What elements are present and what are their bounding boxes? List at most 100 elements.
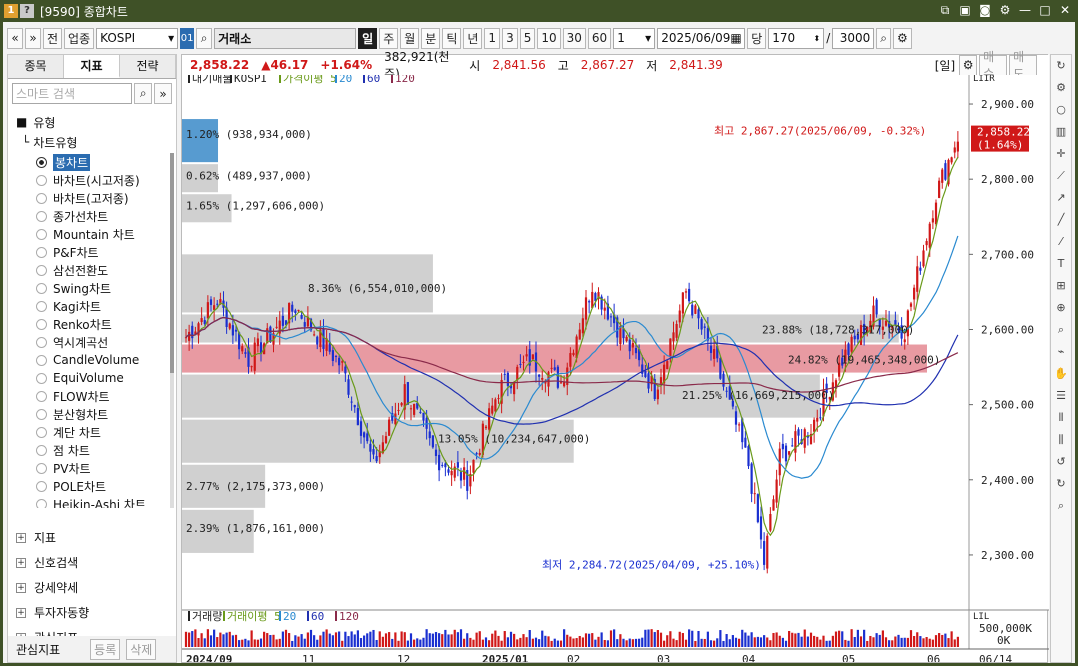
- tab-strategy[interactable]: 전략: [120, 55, 176, 78]
- scroll-thumb[interactable]: [170, 153, 174, 373]
- magnifier-icon[interactable]: ⌕: [1051, 319, 1071, 341]
- chart-type-item[interactable]: 점 차트: [8, 441, 166, 459]
- radio-icon[interactable]: [36, 390, 47, 402]
- interval-60[interactable]: 60: [587, 27, 612, 49]
- radio-icon[interactable]: [36, 408, 47, 420]
- radio-icon[interactable]: [36, 210, 47, 222]
- expand-plus-icon[interactable]: +: [16, 582, 26, 593]
- radio-icon[interactable]: [36, 228, 47, 240]
- radio-icon[interactable]: [36, 462, 47, 474]
- register-button[interactable]: 등록: [90, 638, 121, 660]
- next-button[interactable]: »: [25, 27, 41, 49]
- chart-type-item[interactable]: Renko차트: [8, 315, 166, 333]
- radio-icon[interactable]: [36, 498, 47, 508]
- period-day[interactable]: 일: [358, 27, 378, 49]
- search-icon[interactable]: ⌕: [196, 27, 213, 49]
- radio-icon[interactable]: [36, 318, 47, 330]
- section-label[interactable]: 유형: [33, 114, 55, 131]
- chart-type-item[interactable]: P&F차트: [8, 243, 166, 261]
- tab-stock[interactable]: 종목: [8, 55, 64, 78]
- period-month[interactable]: 월: [400, 27, 420, 49]
- radio-icon[interactable]: [36, 480, 47, 492]
- minimize-icon[interactable]: —: [1018, 3, 1032, 17]
- chart-type-item[interactable]: PV차트: [8, 459, 166, 477]
- chart-area[interactable]: 2,858.22 ▲46.17 +1.64% 382,921(천주) 시 2,8…: [181, 50, 1049, 663]
- settings-icon[interactable]: ⚙: [893, 27, 912, 49]
- gear-icon[interactable]: ⚙: [1051, 77, 1071, 99]
- ray-tool-icon[interactable]: ↗: [1051, 187, 1071, 209]
- chart-type-item[interactable]: 삼선전환도: [8, 261, 166, 279]
- chart-type-item[interactable]: CandleVolume: [8, 351, 166, 369]
- chart-type-item[interactable]: 분산형차트: [8, 405, 166, 423]
- num-stepper[interactable]: 170 ⬍: [768, 27, 825, 49]
- vertical-lines-icon[interactable]: ⦀: [1051, 407, 1071, 429]
- indicator-group[interactable]: + 신호검색: [8, 550, 176, 575]
- text-tool-icon[interactable]: T: [1051, 253, 1071, 275]
- indicator-group[interactable]: + 강세약세: [8, 575, 176, 600]
- diagonal-line-icon[interactable]: ╱: [1051, 209, 1071, 231]
- chart-type-item[interactable]: FLOW차트: [8, 387, 166, 405]
- undo-icon[interactable]: ↺: [1051, 451, 1071, 473]
- expand-plus-icon[interactable]: +: [16, 532, 26, 543]
- radio-icon[interactable]: [36, 354, 47, 366]
- maximize-icon[interactable]: □: [1038, 3, 1052, 17]
- radio-icon[interactable]: [36, 264, 47, 276]
- camera-icon[interactable]: ◙: [978, 3, 992, 17]
- period-year[interactable]: 년: [463, 27, 483, 49]
- price-chart[interactable]: 2,900.00 2,800.00 2,700.00 2,600.00 2,500.00…: [182, 75, 1049, 662]
- chart-type-item[interactable]: 종가선차트: [8, 207, 166, 225]
- auto-line-icon[interactable]: ⁄: [1051, 231, 1071, 253]
- bars-icon[interactable]: ⫼: [1051, 429, 1071, 451]
- chart-type-item[interactable]: 봉차트: [8, 153, 166, 171]
- interval-10[interactable]: 10: [537, 27, 561, 49]
- smart-search-input[interactable]: 스마트 검색: [12, 83, 133, 104]
- period-tick[interactable]: 틱: [442, 27, 462, 49]
- chart-type-item[interactable]: 계단 차트: [8, 423, 166, 441]
- period-week[interactable]: 주: [379, 27, 399, 49]
- list-scrollbar[interactable]: [170, 153, 174, 508]
- date-field[interactable]: 2025/06/09 ▦: [657, 27, 746, 49]
- delete-button[interactable]: 삭제: [126, 638, 157, 660]
- pattern-icon[interactable]: ⌁: [1051, 341, 1071, 363]
- radio-icon[interactable]: [36, 174, 47, 186]
- ladder-icon[interactable]: ☰: [1051, 385, 1071, 407]
- dang-button[interactable]: 당: [747, 27, 767, 49]
- chart-type-item[interactable]: 바차트(고저종): [8, 189, 166, 207]
- code-box[interactable]: 01: [180, 27, 195, 49]
- chart-type-item[interactable]: Heikin-Ashi 차트: [8, 495, 166, 508]
- search-icon[interactable]: ⌕: [1051, 495, 1071, 517]
- indicator-group[interactable]: + 지표: [8, 525, 176, 550]
- radio-icon[interactable]: [36, 192, 47, 204]
- circle-icon[interactable]: ○: [1051, 99, 1071, 121]
- expand-plus-icon[interactable]: +: [16, 557, 26, 568]
- expand-plus-icon[interactable]: +: [16, 607, 26, 618]
- refresh-icon[interactable]: ↻: [1051, 55, 1071, 77]
- interval-5[interactable]: 5: [519, 27, 536, 49]
- interval-3[interactable]: 3: [502, 27, 518, 49]
- bar-chart-icon[interactable]: ▥: [1051, 121, 1071, 143]
- zoom-in-icon[interactable]: ⊕: [1051, 297, 1071, 319]
- radio-icon[interactable]: [36, 246, 47, 258]
- jeon-button[interactable]: 전: [43, 27, 63, 49]
- index-select[interactable]: KOSPI ▾: [96, 27, 179, 49]
- hand-icon[interactable]: ✋: [1051, 363, 1071, 385]
- chart-type-item[interactable]: 역시계곡선: [8, 333, 166, 351]
- crosshair-icon[interactable]: ✛: [1051, 143, 1071, 165]
- interval-30[interactable]: 30: [562, 27, 586, 49]
- expand-icon[interactable]: »: [154, 83, 172, 104]
- redo-icon[interactable]: ↻: [1051, 473, 1071, 495]
- zoom-icon[interactable]: ⌕: [876, 27, 892, 49]
- count-select[interactable]: 1 ▾: [613, 27, 656, 49]
- buy-button[interactable]: 매수: [979, 50, 1008, 81]
- chart-type-item[interactable]: Kagi차트: [8, 297, 166, 315]
- total-field[interactable]: 3000: [832, 27, 875, 49]
- period-minute[interactable]: 분: [421, 27, 441, 49]
- sell-button[interactable]: 매도: [1009, 50, 1037, 81]
- interval-1[interactable]: 1: [484, 27, 501, 49]
- prev-button[interactable]: «: [7, 27, 23, 49]
- save-icon[interactable]: ▣: [958, 3, 972, 17]
- radio-icon[interactable]: [36, 426, 47, 438]
- chart-type-item[interactable]: EquiVolume: [8, 369, 166, 387]
- radio-icon[interactable]: [36, 282, 47, 294]
- all-tool-icon[interactable]: ⊞: [1051, 275, 1071, 297]
